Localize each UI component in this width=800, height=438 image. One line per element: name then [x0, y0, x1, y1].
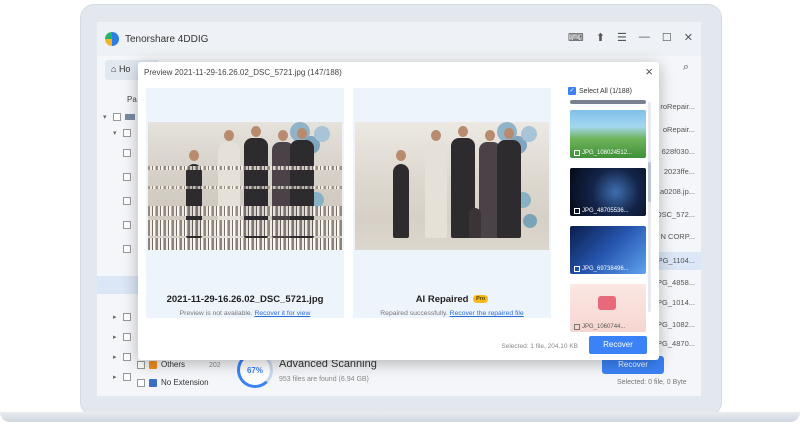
window-controls: ⌨ ⬆ ☰ — ☐ ✕ — [568, 31, 693, 44]
tree-row[interactable]: ▸ — [113, 348, 135, 366]
minimize-icon[interactable]: — — [639, 31, 650, 44]
recover-for-view-link[interactable]: Recover it for view — [254, 310, 310, 317]
corrupted-photo — [148, 122, 342, 250]
no-extension-icon — [149, 378, 157, 387]
tree-row[interactable] — [123, 216, 135, 234]
file-row[interactable]: N CORP... — [661, 232, 695, 241]
selected-info-background: Selected: 0 file, 0 Byte — [617, 379, 687, 386]
pro-badge: Pro — [473, 295, 489, 304]
tree-row-others[interactable]: Others — [137, 360, 185, 369]
repaired-title: AI Repaired Pro — [353, 294, 551, 305]
app-logo-icon — [105, 32, 119, 46]
tree-row[interactable] — [123, 192, 135, 210]
home-label: Ho — [118, 64, 131, 74]
tree-row[interactable]: ▸ — [113, 368, 135, 386]
recover-button[interactable]: Recover — [589, 336, 647, 354]
files-found: 953 files are found (6.94 GB) — [279, 376, 369, 383]
repaired-status: Repaired successfully. Recover the repai… — [380, 310, 524, 317]
preview-title: Preview 2021-11-29-16.26.02_DSC_5721.jpg… — [144, 68, 342, 77]
menu-icon[interactable]: ☰ — [617, 31, 627, 44]
tree-row[interactable] — [123, 168, 135, 186]
file-row[interactable]: roRepair... — [660, 102, 695, 111]
file-row[interactable]: 2023ffe... — [664, 167, 695, 176]
file-row[interactable]: IPG_1104... — [656, 256, 695, 265]
thumbnail-item[interactable]: JPG_69738496... — [570, 226, 646, 274]
preview-dialog: Preview 2021-11-29-16.26.02_DSC_5721.jpg… — [138, 62, 659, 360]
file-row[interactable]: IPG_1014... — [655, 298, 695, 307]
tree-row[interactable]: ▾ — [113, 124, 135, 142]
original-status: Preview is not available. Recover it for… — [179, 310, 311, 317]
file-row[interactable]: 628f030... — [662, 147, 695, 156]
tree-row-no-extension[interactable]: No Extension — [137, 378, 209, 387]
repaired-photo — [355, 122, 549, 250]
file-row[interactable]: a0208.jp... — [660, 187, 695, 196]
app-title: Tenorshare 4DDIG — [125, 33, 209, 45]
others-icon — [149, 360, 157, 369]
tree-row[interactable]: ▸ — [113, 328, 135, 346]
checkbox-icon: ✓ — [568, 87, 576, 95]
file-row[interactable]: IPG_1082... — [655, 320, 695, 329]
repaired-preview-panel — [353, 88, 551, 318]
thumbnail-scrollbar[interactable] — [648, 102, 651, 312]
original-preview-panel — [146, 88, 344, 318]
original-filename: 2021-11-29-16.26.02_DSC_5721.jpg — [166, 294, 324, 305]
thumbnail-item[interactable]: JPG_1060744... — [570, 284, 646, 332]
maximize-icon[interactable]: ☐ — [662, 31, 672, 44]
file-row[interactable]: oRepair... — [663, 125, 695, 134]
file-row[interactable]: IPG_4858... — [655, 278, 695, 287]
tree-row[interactable]: ▸ — [113, 308, 135, 326]
close-icon[interactable]: ✕ — [684, 31, 693, 44]
close-icon[interactable]: × — [645, 64, 653, 79]
recover-repaired-link[interactable]: Recover the repaired file — [450, 310, 524, 317]
upload-icon[interactable]: ⬆ — [596, 31, 605, 44]
thumbnail-item[interactable]: JPG_108024512... — [570, 110, 646, 158]
thumbnail-list: JPG_108024512... JPG_48705536... JPG_697… — [568, 100, 656, 344]
tree-header: Pa — [127, 94, 137, 104]
laptop-base — [0, 412, 800, 422]
title-bar: Tenorshare 4DDIG ⌨ ⬆ ☰ — ☐ ✕ — [97, 22, 701, 56]
others-count: 202 — [209, 362, 221, 369]
headset-icon[interactable]: ⌨ — [568, 31, 584, 44]
search-icon[interactable]: ⌕ — [683, 61, 689, 74]
tree-row[interactable] — [123, 240, 135, 258]
file-row[interactable]: DSC_572... — [656, 210, 695, 219]
file-row[interactable]: IPG_4870... — [655, 339, 695, 348]
thumbnail-item[interactable]: JPG_48705536... — [570, 168, 646, 216]
selected-info: Selected: 1 file, 204.10 KB — [501, 343, 578, 350]
select-all-checkbox[interactable]: ✓ Select All (1/188) — [568, 87, 632, 95]
tree-row[interactable] — [123, 144, 135, 162]
